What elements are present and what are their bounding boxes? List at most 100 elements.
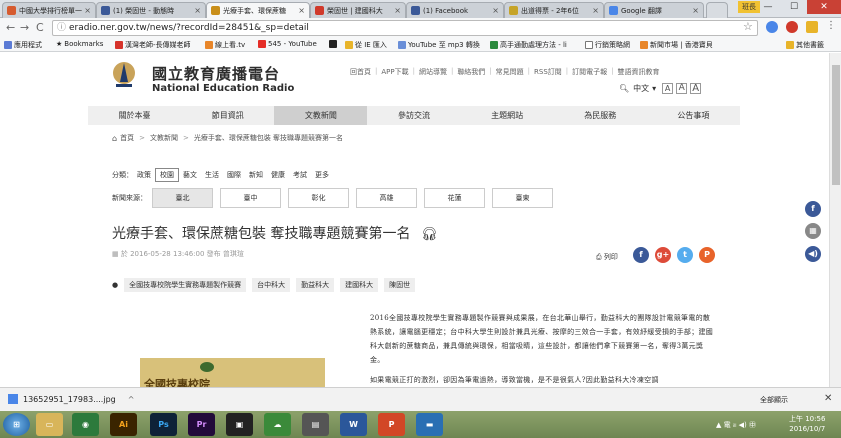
nav-item[interactable]: 節目資訊 [181,106,274,125]
breadcrumb-link[interactable]: 首頁 [120,133,134,143]
tag[interactable]: 全國技專校院學生實務專題製作競賽 [124,278,247,292]
forward-icon[interactable]: → [20,21,29,34]
back-icon[interactable]: ← [6,21,15,34]
browser-tab-active[interactable]: 光療手套、環保蔗糖 × [206,2,310,18]
tab-close-icon[interactable]: × [192,6,201,15]
scrollbar-thumb[interactable] [832,65,840,185]
premiere-icon[interactable]: Pr [188,413,215,436]
top-link[interactable]: 雙語資訊教育 [618,67,660,77]
font-size-large-button[interactable]: A [690,83,702,94]
radio-logo-icon[interactable] [112,60,136,90]
menu-icon[interactable]: ⋮ [826,20,836,31]
browser-tab[interactable]: 榮固世 | 建國科大 × [310,2,406,18]
browser-tab[interactable]: (1) Facebook × [406,2,504,18]
browser-tab[interactable]: 中國大學排行榜單一 × [2,2,96,18]
new-tab-button[interactable] [706,2,728,18]
language-select[interactable]: 中文 [633,83,649,94]
facebook-share-icon[interactable]: f [633,247,649,263]
print-button[interactable]: ⎙ 列印 [596,252,618,262]
media-player-icon[interactable]: ▣ [226,413,253,436]
reload-icon[interactable]: C [36,21,44,34]
nav-item[interactable]: 公告事項 [647,106,740,125]
google-plus-share-icon[interactable]: g+ [655,247,671,263]
tab-close-icon[interactable]: × [690,6,699,15]
app-icon[interactable]: ▤ [302,413,329,436]
taskbar-clock[interactable]: 上午 10:56 2016/10/7 [789,414,825,434]
facebook-side-icon[interactable]: f [805,201,821,217]
browser-tab[interactable]: Google 翻譯 × [604,2,704,18]
vertical-scrollbar[interactable] [829,53,841,387]
speaker-icon[interactable]: ◀) [805,246,821,262]
region-button[interactable]: 臺東 [492,188,553,208]
close-icon[interactable]: ✕ [824,393,832,404]
nav-item[interactable]: 關於本臺 [88,106,181,125]
maximize-icon[interactable]: ☐ [781,0,807,14]
tab-close-icon[interactable]: × [82,6,91,15]
top-link[interactable]: 訂閱電子報 [572,67,607,77]
site-name-en[interactable]: National Education Radio [152,83,294,94]
category-item[interactable]: 國際 [223,169,245,181]
category-item-active[interactable]: 校園 [155,168,179,182]
bookmark-other[interactable]: 其他書籤 [786,40,824,50]
bookmark-star-icon[interactable]: ☆ [743,20,753,33]
top-link[interactable]: 常見問題 [496,67,524,77]
app-icon[interactable]: ▬ [416,413,443,436]
photoshop-icon[interactable]: Ps [150,413,177,436]
tag[interactable]: 台中科大 [252,278,291,292]
category-item[interactable]: 健康 [267,169,289,181]
top-link[interactable]: RSS訂閱 [534,67,562,77]
top-link[interactable]: 聯絡我們 [457,67,485,77]
tag[interactable]: 陳固世 [384,278,416,292]
tab-close-icon[interactable]: × [296,6,305,15]
search-icon[interactable]: 🔍︎ [619,84,629,93]
tab-close-icon[interactable]: × [590,6,599,15]
tag[interactable]: 勤益科大 [296,278,335,292]
headphones-icon[interactable]: 🎧︎ [421,227,438,242]
tab-close-icon[interactable]: × [392,6,401,15]
category-item[interactable]: 考試 [289,169,311,181]
bookmark-item[interactable]: 高手通勤處理方法 - li [490,40,567,50]
tab-close-icon[interactable]: × [490,6,499,15]
tag[interactable]: 建國科大 [340,278,379,292]
close-icon[interactable]: ✕ [807,0,841,14]
bookmark-item[interactable]: 線上看.tv [205,40,245,50]
start-button-icon[interactable]: ⊞ [3,413,30,436]
nav-item[interactable]: 為民服務 [554,106,647,125]
region-button[interactable]: 花蓮 [424,188,485,208]
system-tray[interactable]: ▲ 電 ᵢₗₗ ◀) ㊥ [716,420,756,430]
chrome-icon[interactable]: ◉ [72,413,99,436]
font-size-small-button[interactable]: A [662,83,674,94]
category-item[interactable]: 新知 [245,169,267,181]
extension-icon[interactable] [766,21,778,33]
cloud-app-icon[interactable]: ☁ [264,413,291,436]
bookmark-item[interactable] [329,40,339,48]
top-link[interactable]: 回首頁 [350,67,371,77]
show-all-downloads-link[interactable]: 全部顯示 [760,395,788,405]
chevron-up-icon[interactable]: ^ [128,395,135,404]
bookmark-item[interactable]: 行銷策略網 [585,40,630,50]
illustrator-icon[interactable]: Ai [110,413,137,436]
address-bar[interactable]: ⓘ eradio.ner.gov.tw/news/?recordId=28451… [52,20,758,36]
plurk-share-icon[interactable]: P [699,247,715,263]
site-name[interactable]: 國立教育廣播電台 [152,63,280,84]
extension-icon[interactable] [786,21,798,33]
category-item[interactable]: 政策 [133,169,155,181]
bookmark-item[interactable]: 漢灣老師-長傳媒老師 [115,40,191,50]
browser-tab[interactable]: 出道得票 - 2年6位 × [504,2,604,18]
bookmark-item[interactable]: 545 - YouTube [258,40,317,48]
download-item[interactable]: 13652951_17983....jpg ^ [8,394,134,404]
category-item[interactable]: 藝文 [179,169,201,181]
bookmark-item[interactable]: YouTube 至 mp3 轉換 [398,40,480,50]
extension-icon[interactable] [806,21,818,33]
browser-tab[interactable]: (1) 榮固世 - 動態時 × [96,2,206,18]
category-item[interactable]: 生活 [201,169,223,181]
region-button[interactable]: 高雄 [356,188,417,208]
bookmark-apps[interactable]: 應用程式 [4,40,42,50]
nav-item[interactable]: 參訪交流 [367,106,460,125]
region-button-active[interactable]: 臺北 [152,188,213,208]
region-button[interactable]: 臺中 [220,188,281,208]
bookmark-item[interactable]: 從 IE 匯入 [345,40,387,50]
top-link[interactable]: APP下載 [381,67,408,77]
bookmark-item[interactable]: 新聞市場 | 香港寶貝 [640,40,713,50]
font-size-medium-button[interactable]: A [676,83,688,94]
